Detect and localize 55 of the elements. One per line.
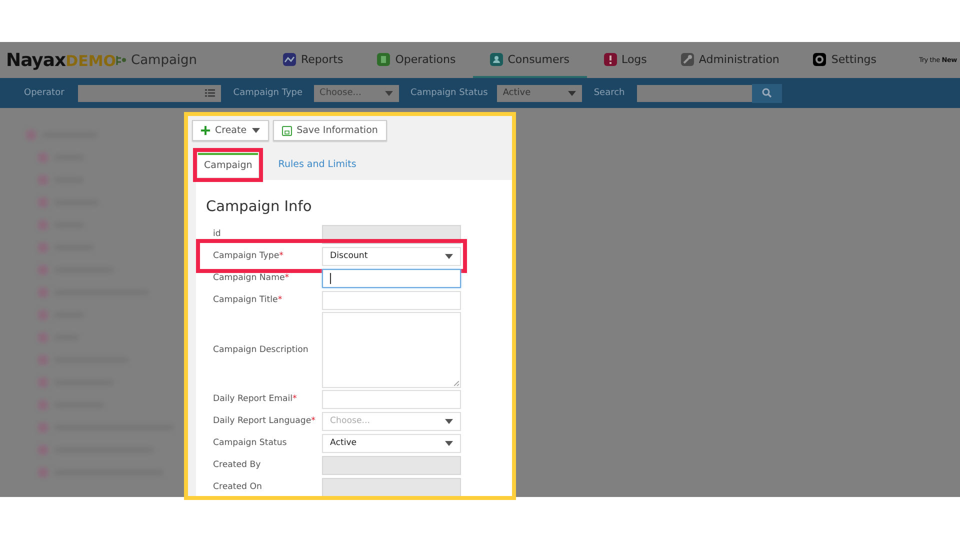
nav-tab[interactable]: Settings <box>796 42 894 78</box>
field-label: Daily Report Language* <box>213 416 316 426</box>
settings-icon <box>813 52 826 66</box>
text-cursor <box>330 272 331 284</box>
field-label: Campaign Description <box>213 344 310 354</box>
caret-icon <box>252 128 260 133</box>
field-label: Created By <box>213 460 262 470</box>
nav-tab[interactable]: Administration <box>664 42 796 78</box>
dropdown[interactable]: Discount <box>322 246 461 266</box>
operator-label: Operator <box>24 88 64 98</box>
save-icon <box>282 126 292 136</box>
people-icon <box>490 52 503 66</box>
save-button[interactable]: Save Information <box>272 120 387 141</box>
field-label: id <box>213 229 222 239</box>
text-area[interactable] <box>322 312 461 388</box>
search-icon <box>762 88 772 98</box>
plus-icon <box>201 126 210 135</box>
alert-icon <box>604 52 617 66</box>
field-label: Created On <box>213 482 263 492</box>
field-label: Campaign Name* <box>213 273 290 283</box>
campaign-type-dropdown[interactable]: Choose... <box>314 84 399 102</box>
campaign-status-label: Campaign Status <box>410 88 488 98</box>
operator-field[interactable] <box>78 84 222 102</box>
resize-handle-icon <box>454 380 459 386</box>
caret-icon <box>568 90 576 96</box>
tab[interactable]: Campaign <box>198 152 258 176</box>
field-label: Campaign Type* <box>213 251 284 261</box>
tab[interactable]: Rules and Limits <box>272 152 362 176</box>
chart-icon <box>283 52 296 66</box>
search-field[interactable] <box>636 84 752 102</box>
create-button[interactable]: Create <box>192 120 269 141</box>
campaign-icon <box>116 54 127 66</box>
search-label: Search <box>594 88 625 98</box>
dropdown[interactable]: Choose... <box>322 412 461 430</box>
page-title: Campaign <box>131 52 198 68</box>
input-field[interactable] <box>322 268 461 288</box>
box-icon <box>377 52 390 66</box>
dropdown[interactable]: Active <box>322 434 461 452</box>
nav-tab[interactable]: Operations <box>360 42 473 78</box>
campaign-type-label: Campaign Type <box>233 88 303 98</box>
nav-tab[interactable]: Logs <box>586 42 664 78</box>
field-label: Campaign Status <box>213 438 288 448</box>
caret-icon <box>445 418 453 424</box>
caret-icon <box>445 254 453 258</box>
search-button[interactable] <box>752 84 782 102</box>
field-label: Campaign Title* <box>213 295 284 305</box>
campaign-status-dropdown[interactable]: Active <box>496 84 582 102</box>
logo: NayaxDEMO <box>6 50 116 70</box>
list-icon <box>205 89 216 97</box>
section-heading: Campaign Info <box>206 198 313 216</box>
field-label: Daily Report Email* <box>213 394 298 404</box>
wrench-icon <box>680 52 694 66</box>
caret-icon <box>384 90 393 96</box>
caret-icon <box>445 440 453 446</box>
nav-tab[interactable]: Reports <box>266 42 360 78</box>
